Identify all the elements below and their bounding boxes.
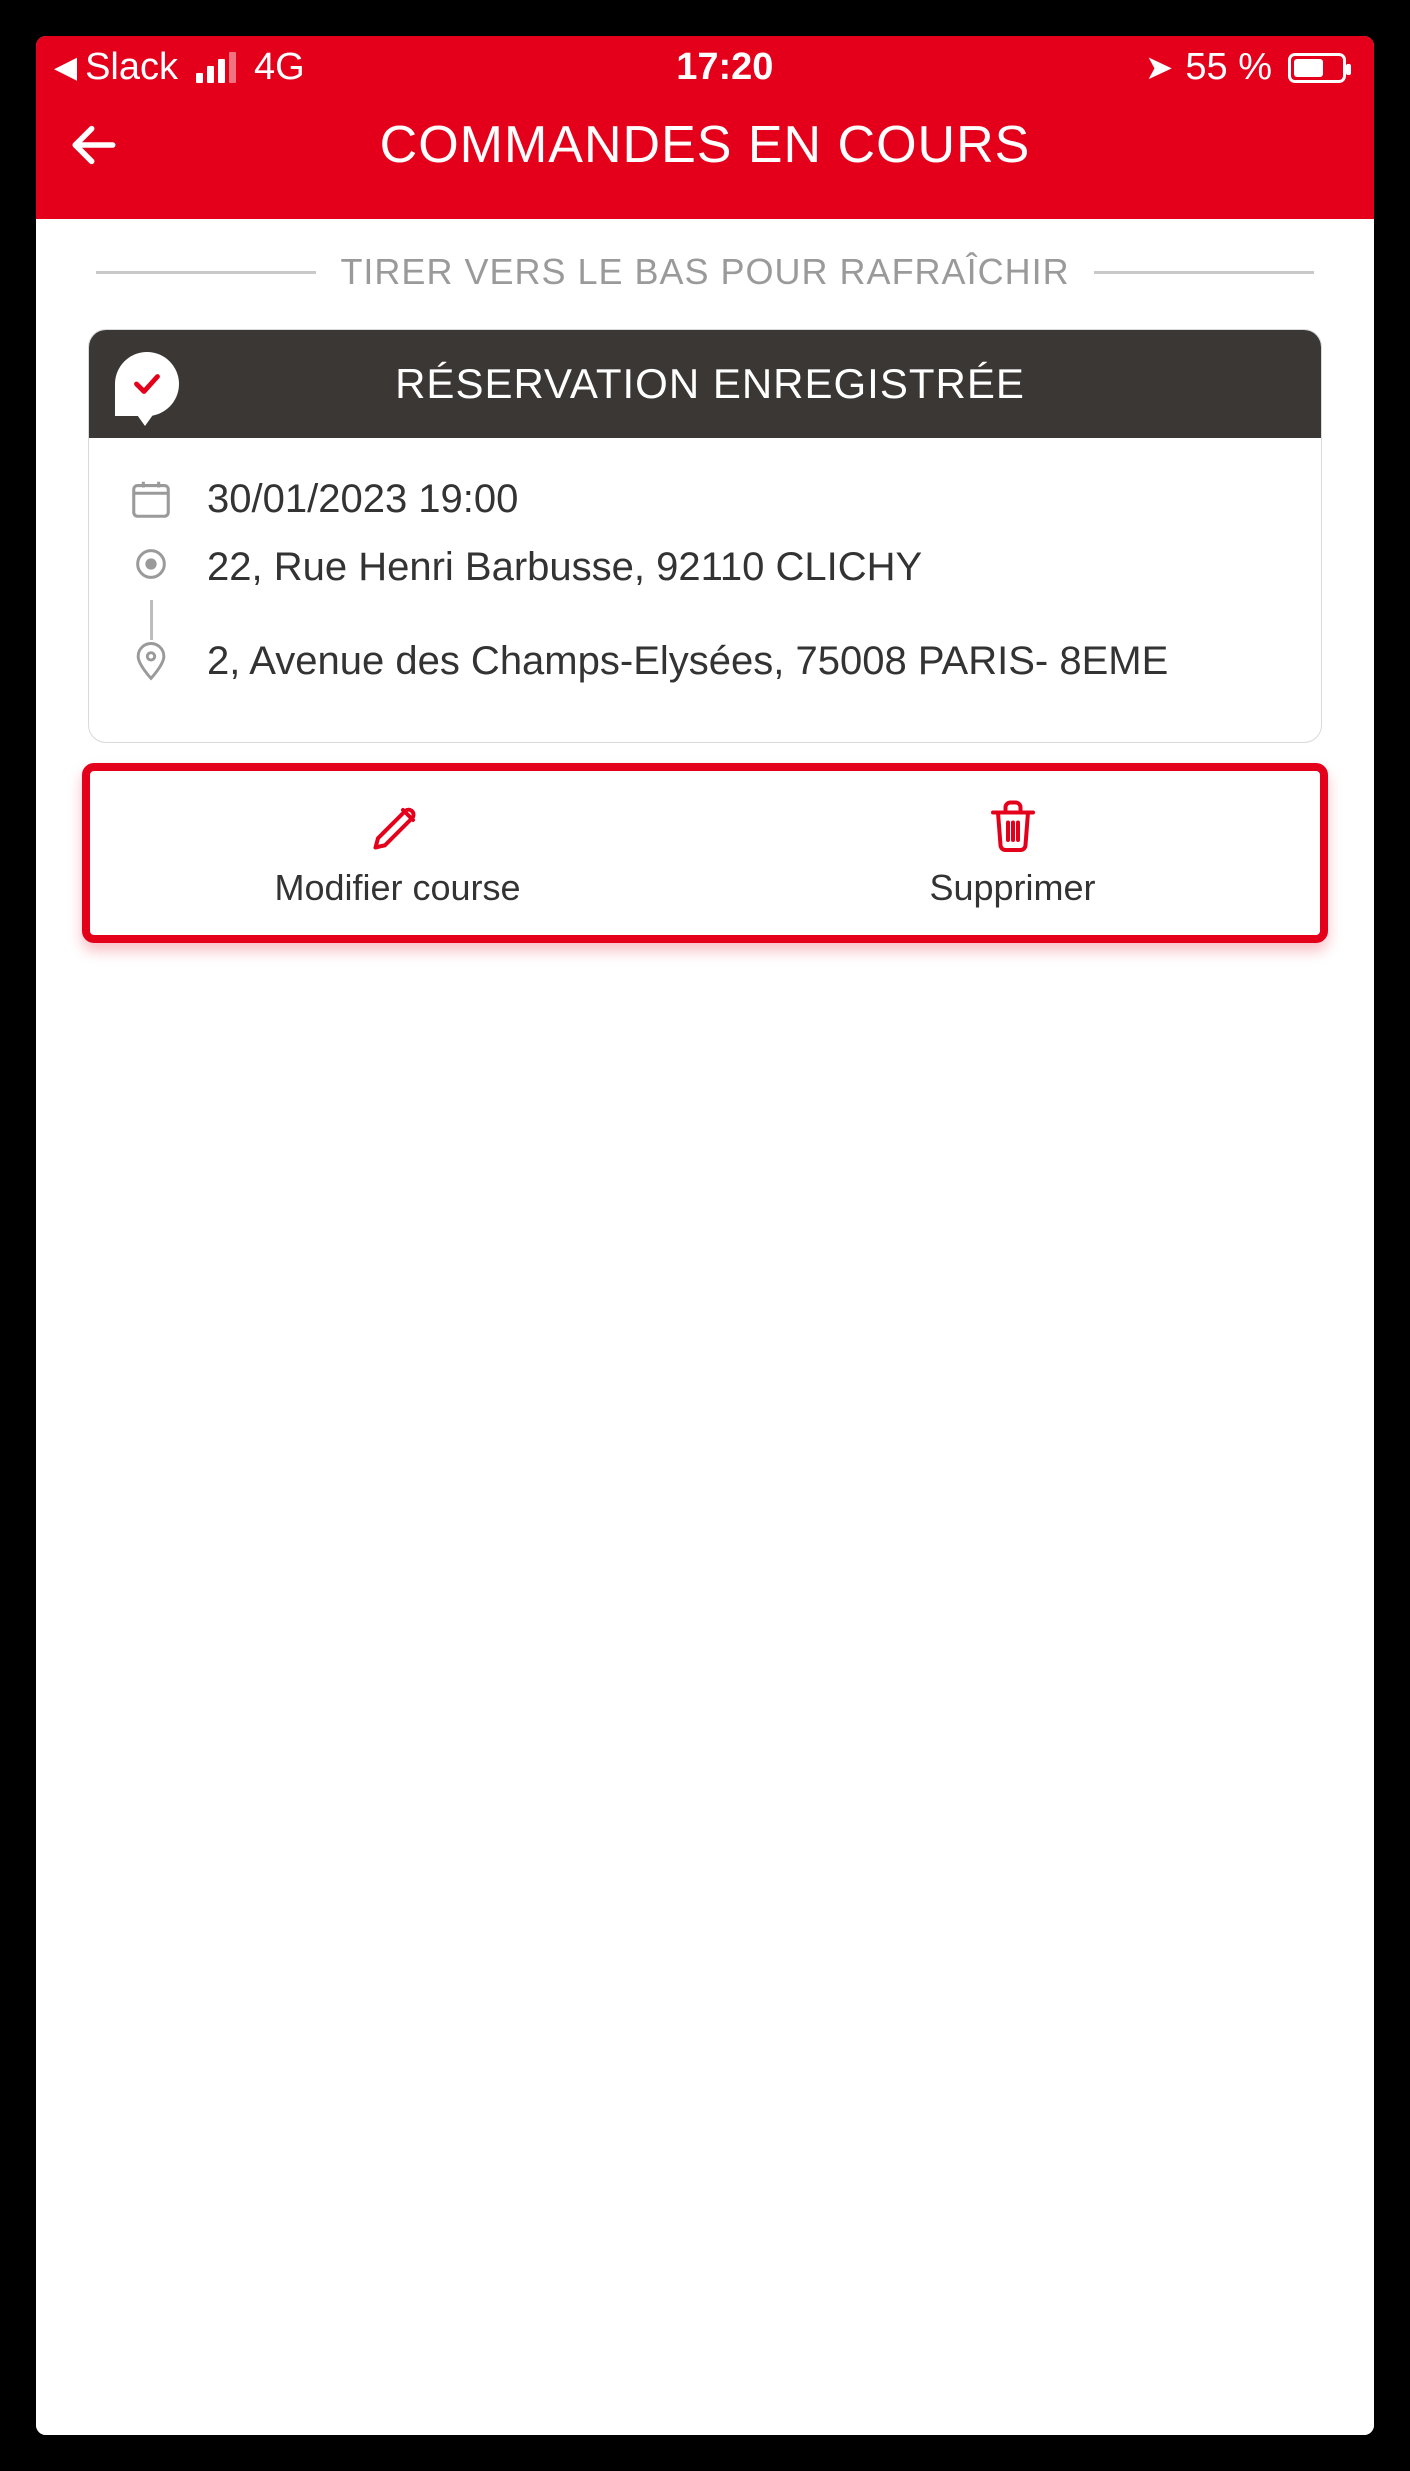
reservation-card-header: RÉSERVATION ENREGISTRÉE	[89, 330, 1321, 438]
arrow-left-icon	[66, 117, 122, 173]
status-left: ◀ Slack 4G	[54, 46, 305, 89]
screen: ◀ Slack 4G 17:20 ➤ 55 %	[36, 36, 1374, 2435]
location-icon: ➤	[1145, 48, 1174, 88]
reservation-card-body: 30/01/2023 19:00 22, Rue Henri Barbusse,…	[89, 438, 1321, 742]
delete-button[interactable]: Supprimer	[705, 771, 1320, 935]
destination-pin-icon	[123, 634, 179, 682]
destination-value: 2, Avenue des Champs-Elysées, 75008 PARI…	[207, 634, 1287, 688]
origin-dot-icon	[123, 540, 179, 584]
content[interactable]: TIRER VERS LE BAS POUR RAFRAÎCHIR RÉSERV…	[36, 219, 1374, 2435]
page-title: COMMANDES EN COURS	[156, 115, 1344, 175]
pull-to-refresh-hint: TIRER VERS LE BAS POUR RAFRAÎCHIR	[36, 219, 1374, 311]
calendar-icon	[123, 472, 179, 522]
destination-row: 2, Avenue des Champs-Elysées, 75008 PARI…	[123, 634, 1287, 688]
signal-icon	[196, 53, 236, 83]
divider	[96, 271, 316, 274]
reservation-status-title: RÉSERVATION ENREGISTRÉE	[205, 360, 1295, 408]
topbar: ◀ Slack 4G 17:20 ➤ 55 %	[36, 36, 1374, 219]
status-right: ➤ 55 %	[1145, 46, 1346, 89]
reservation-card: RÉSERVATION ENREGISTRÉE	[88, 329, 1322, 743]
datetime-value: 30/01/2023 19:00	[207, 472, 1287, 526]
modify-button[interactable]: Modifier course	[90, 771, 705, 935]
battery-label: 55 %	[1185, 46, 1272, 89]
app-header: COMMANDES EN COURS	[36, 95, 1374, 219]
divider	[1094, 271, 1314, 274]
pull-hint-label: TIRER VERS LE BAS POUR RAFRAÎCHIR	[340, 251, 1069, 293]
status-bar: ◀ Slack 4G 17:20 ➤ 55 %	[36, 36, 1374, 95]
trash-icon	[983, 795, 1043, 855]
delete-label: Supprimer	[929, 867, 1095, 909]
modify-label: Modifier course	[274, 867, 520, 909]
pencil-icon	[368, 795, 428, 855]
back-button[interactable]	[66, 117, 156, 173]
origin-value: 22, Rue Henri Barbusse, 92110 CLICHY	[207, 540, 1287, 594]
back-to-app-label[interactable]: Slack	[85, 46, 178, 89]
action-bar: Modifier course Supprimer	[82, 763, 1328, 943]
battery-icon	[1284, 53, 1346, 83]
device-frame: ◀ Slack 4G 17:20 ➤ 55 %	[0, 0, 1410, 2471]
check-badge-icon	[115, 352, 179, 416]
datetime-row: 30/01/2023 19:00	[123, 472, 1287, 526]
clock: 17:20	[676, 46, 773, 89]
origin-row: 22, Rue Henri Barbusse, 92110 CLICHY	[123, 540, 1287, 594]
network-label: 4G	[254, 46, 305, 89]
back-to-app-caret-icon[interactable]: ◀	[54, 53, 77, 83]
